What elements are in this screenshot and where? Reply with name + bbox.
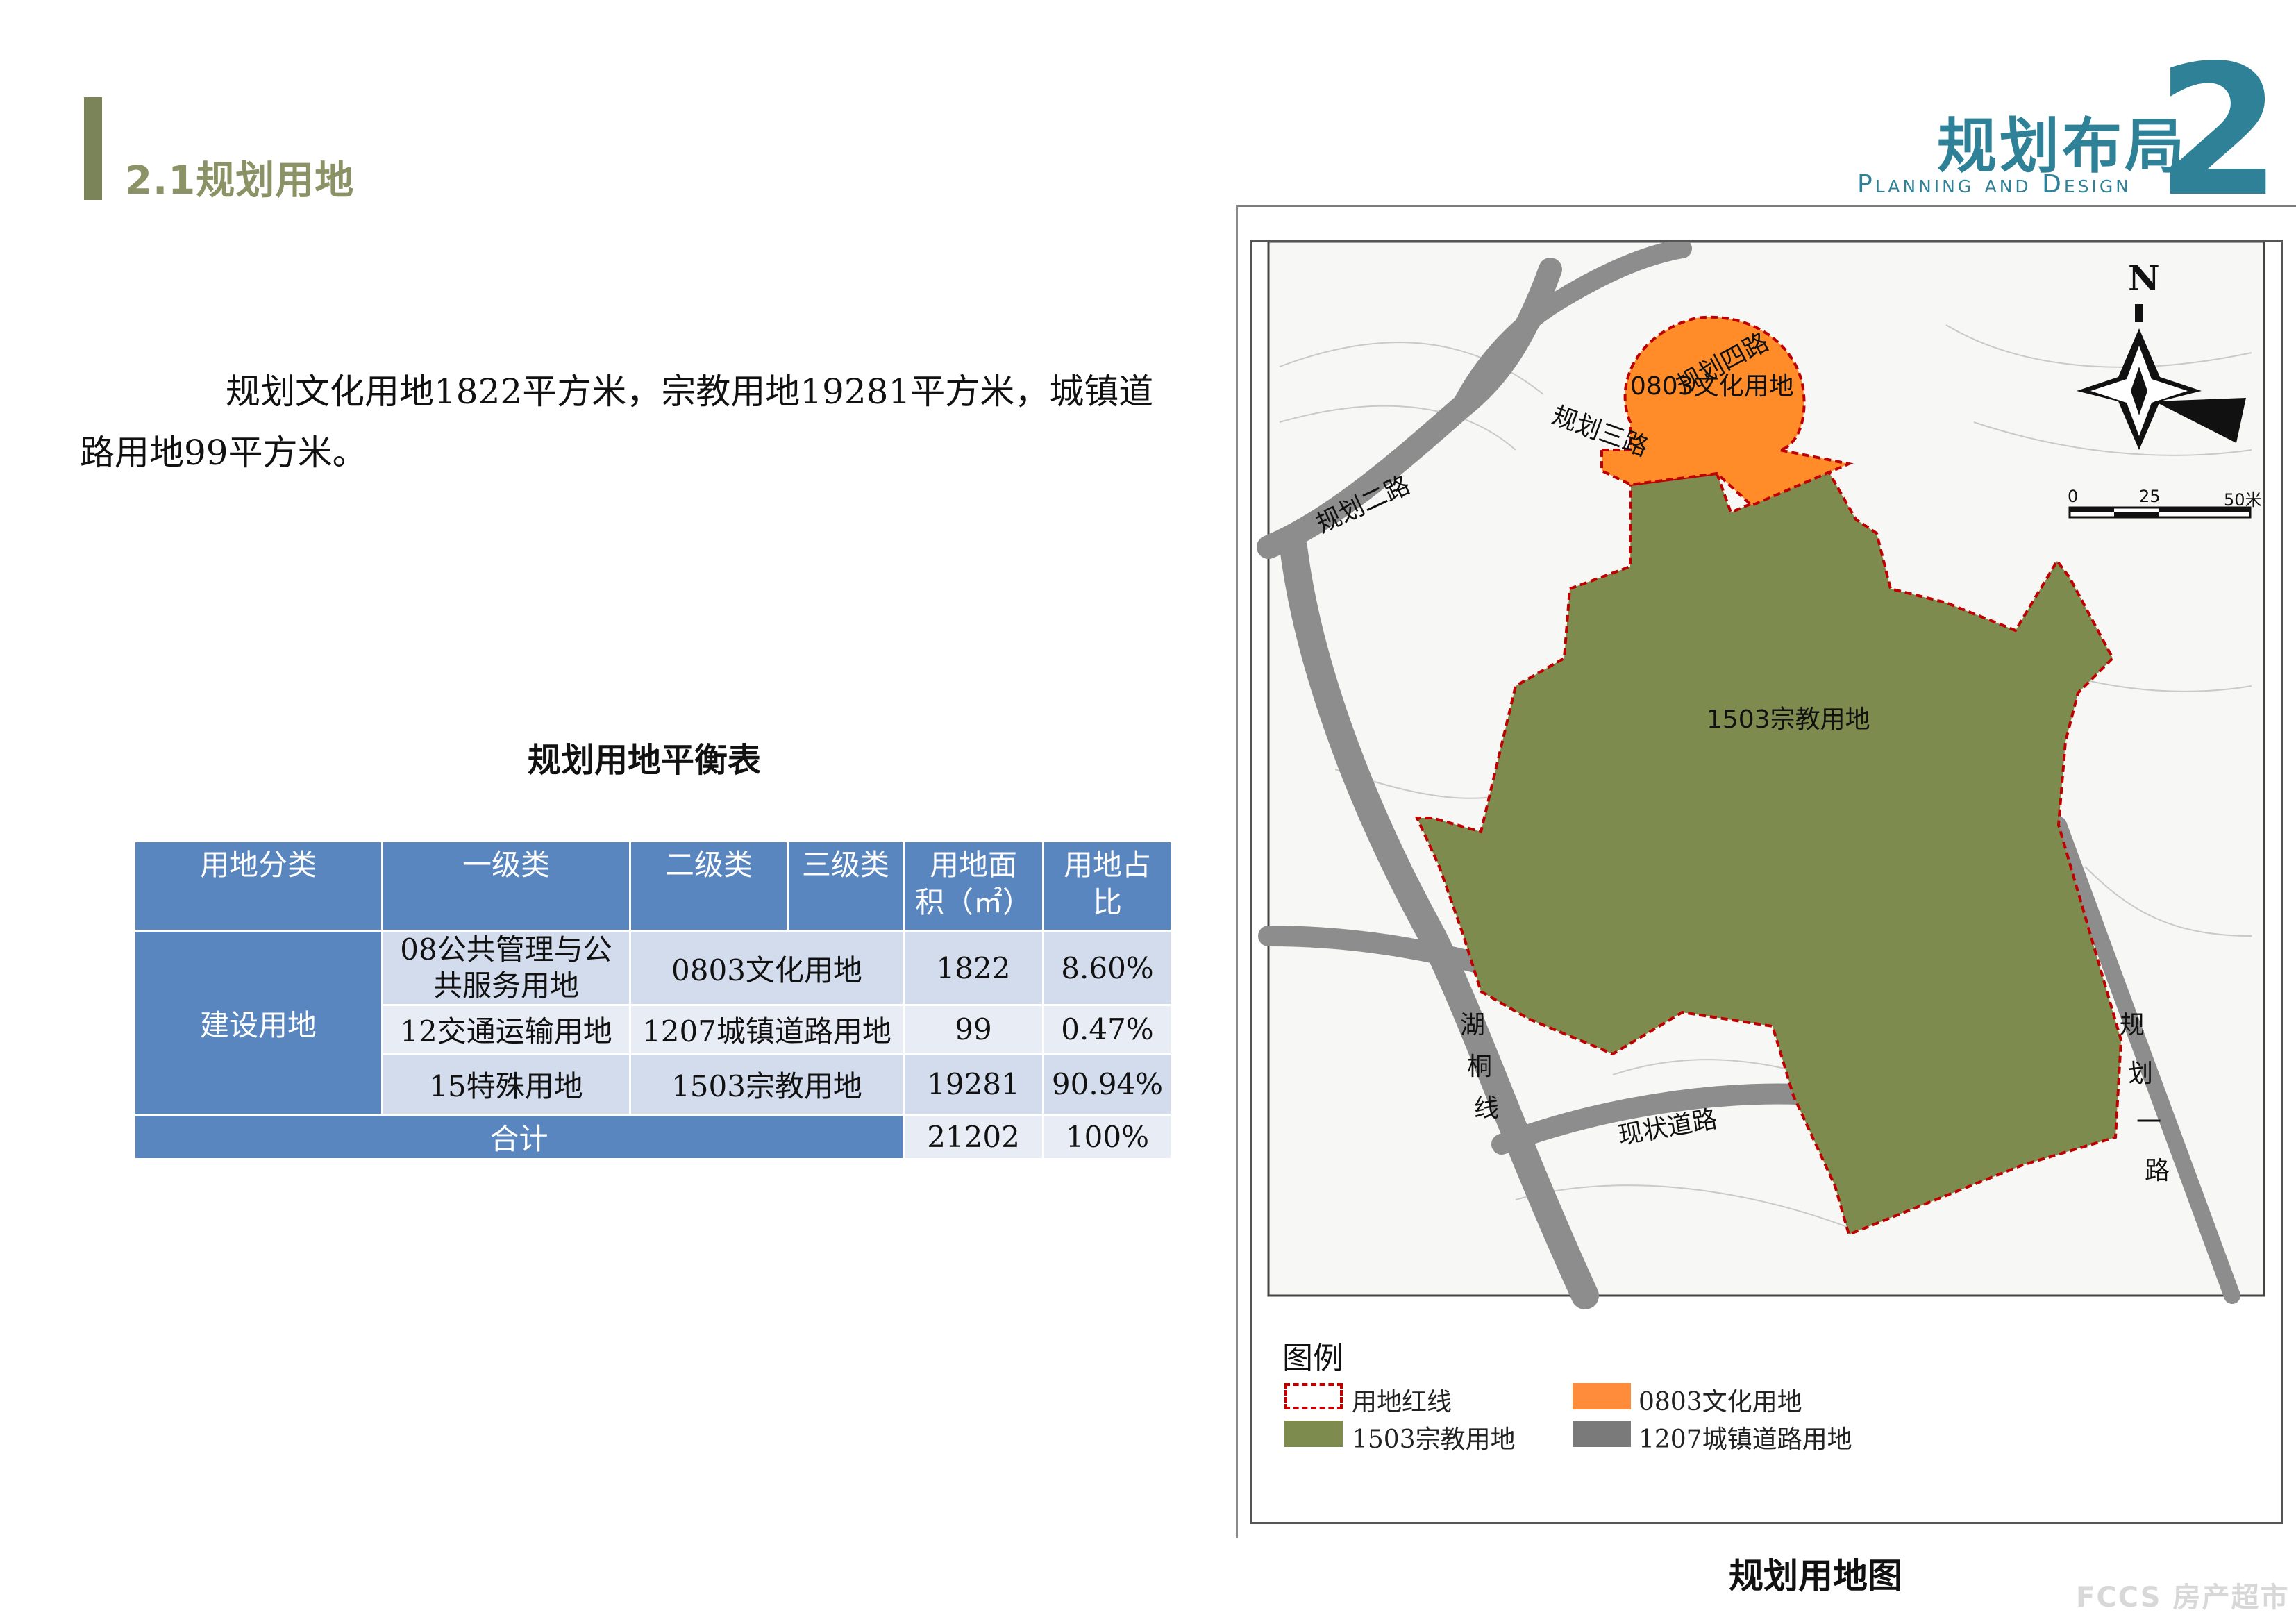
legend-redline-label: 用地红线 [1352, 1388, 1452, 1416]
map-caption: 规划用地图 [1729, 1556, 1902, 1596]
level2-cell: 1207城镇道路用地 [629, 1004, 905, 1055]
road1-label-3: 一 [2136, 1108, 2161, 1137]
section-accent-bar [84, 97, 102, 200]
road1-label-1: 规 [2120, 1011, 2145, 1039]
intro-line-2: 路用地99平方米。 [80, 433, 367, 473]
watermark: FCCS 房产超市 [2076, 1582, 2290, 1614]
intro-paragraph: 规划文化用地1822平方米，宗教用地19281平方米，城镇道路用地99平方米。 [80, 361, 1180, 483]
total-area: 21202 [903, 1114, 1044, 1160]
intro-line-1: 规划文化用地1822平方米，宗教用地19281平方米，城镇道 [226, 371, 1154, 412]
religious-land-label: 1503宗教用地 [1707, 705, 1870, 734]
ratio-cell: 8.60% [1042, 930, 1173, 1006]
header-area: 用地面 积（㎡） [903, 840, 1044, 932]
section-title: 2.1规划用地 [125, 158, 355, 203]
scale-label-0: 0 [2068, 487, 2078, 506]
cultural-land-label: 0803文化用地 [1630, 372, 1794, 401]
legend-religious-label: 1503宗教用地 [1352, 1425, 1516, 1454]
road1-label-2: 划 [2128, 1060, 2153, 1088]
level2-cell: 0803文化用地 [629, 930, 905, 1006]
chapter-number: 2 [2156, 27, 2281, 237]
total-label: 合计 [133, 1114, 905, 1160]
chapter-subtitle: Planning and Design [1857, 170, 2131, 199]
legend-redline-swatch [1284, 1383, 1343, 1409]
table-total-row: 合计 21202 100% [133, 1114, 1173, 1160]
table-title: 规划用地平衡表 [528, 741, 762, 780]
header-ratio-line1: 用地占 [1063, 848, 1151, 882]
header-ratio: 用地占比 [1042, 840, 1173, 932]
area-cell: 99 [903, 1004, 1044, 1055]
scale-label-25: 25 [2139, 487, 2161, 506]
level1-cell: 15特殊用地 [381, 1053, 631, 1116]
level2-cell: 1503宗教用地 [629, 1053, 905, 1116]
area-cell: 19281 [903, 1053, 1044, 1116]
header-area-line1: 用地面 [929, 848, 1017, 882]
land-use-map: 规划四路 规划三路 规划二路 湖 桐 线 现状道路 规 划 一 路 0803文化… [1252, 242, 2281, 1522]
legend-road-swatch [1573, 1421, 1631, 1447]
header-ratio-line2: 比 [1092, 885, 1122, 919]
north-label: N [2128, 258, 2160, 299]
header-level2: 二级类 [629, 840, 789, 932]
scale-label-50: 50米 [2224, 490, 2262, 510]
table-row: 建设用地 08公共管理与公 共服务用地 0803文化用地 1822 8.60% [133, 930, 1173, 1116]
land-use-balance-table: 用地分类 一级类 二级类 三级类 用地面 积（㎡） 用地占比 建设用地 08公共管… [133, 840, 1173, 1160]
header-rule [1236, 205, 2296, 207]
hutong-label-2: 桐 [1467, 1053, 1492, 1081]
ratio-cell: 90.94% [1042, 1053, 1173, 1116]
legend-cultural-swatch [1573, 1383, 1631, 1409]
category-cell: 建设用地 [133, 930, 383, 1116]
hutong-label-1: 湖 [1460, 1011, 1485, 1039]
hutong-label-3: 线 [1474, 1094, 1499, 1123]
legend-cultural-label: 0803文化用地 [1639, 1388, 1802, 1416]
map-panel-rule [1236, 205, 1238, 1538]
header-level3: 三级类 [787, 840, 905, 932]
header-level1: 一级类 [381, 840, 631, 932]
header-area-line2: 积（㎡） [914, 885, 1032, 919]
total-ratio: 100% [1042, 1114, 1173, 1160]
header-category: 用地分类 [133, 840, 383, 932]
level1-cell: 08公共管理与公 共服务用地 [381, 930, 631, 1006]
legend-religious-swatch [1284, 1421, 1343, 1447]
level1-cell: 12交通运输用地 [381, 1004, 631, 1055]
legend-road-label: 1207城镇道路用地 [1639, 1425, 1852, 1454]
legend-title: 图例 [1282, 1341, 1343, 1376]
road1-label-4: 路 [2145, 1157, 2170, 1185]
area-cell: 1822 [903, 930, 1044, 1006]
ratio-cell: 0.47% [1042, 1004, 1173, 1055]
